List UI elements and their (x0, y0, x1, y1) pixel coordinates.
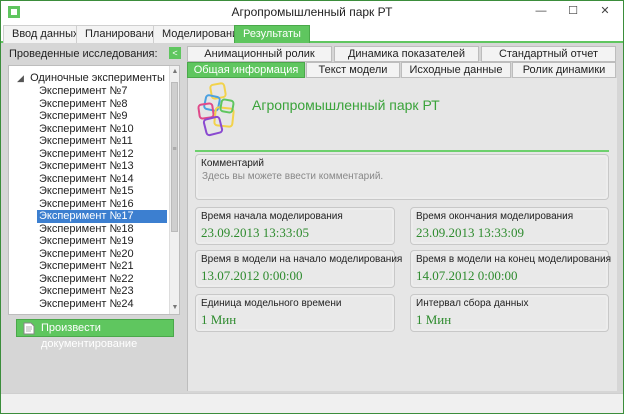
tree-item[interactable]: Эксперимент №24 (37, 298, 167, 311)
tree-item[interactable]: Эксперимент №12 (37, 148, 167, 161)
comment-field[interactable]: Комментарий Здесь вы можете ввести комме… (195, 154, 609, 200)
tree-item[interactable]: Эксперимент №13 (37, 160, 167, 173)
tree-item[interactable]: Эксперимент №22 (37, 273, 167, 286)
scroll-down-icon[interactable]: ▼ (170, 302, 179, 314)
interval-field: Интервал сбора данных 1 Мин (410, 294, 609, 332)
tab-dynamics-video[interactable]: Ролик динамики (512, 62, 616, 78)
tree-item[interactable]: Эксперимент №14 (37, 173, 167, 186)
model-end-field: Время в модели на конец моделирования 14… (410, 250, 612, 288)
document-button[interactable]: Произвести документирование (16, 319, 174, 350)
title-bar: Агропромышленный парк РТ — ☐ ✕ (1, 1, 623, 23)
interval-label: Интервал сбора данных (416, 298, 529, 309)
comment-label: Комментарий (201, 158, 264, 169)
experiments-tree[interactable]: ◢ Одиночные эксперименты Эксперимент №7 … (8, 65, 180, 315)
tab-results[interactable]: Результаты (234, 25, 310, 43)
heading-separator (195, 150, 609, 152)
document-button-label: Произвести документирование (41, 322, 138, 350)
sim-end-label: Время окончания моделирования (416, 211, 574, 222)
tab-standard-report[interactable]: Стандартный отчет (481, 46, 616, 62)
tree-item[interactable]: Эксперимент №18 (37, 223, 167, 236)
scroll-up-icon[interactable]: ▲ (170, 66, 179, 78)
sim-end-field: Время окончания моделирования 23.09.2013… (410, 207, 609, 245)
model-start-field: Время в модели на начало моделирования 1… (195, 250, 402, 288)
app-window: Агропромышленный парк РТ — ☐ ✕ Ввод данн… (0, 0, 624, 414)
tree-item[interactable]: Эксперимент №19 (37, 235, 167, 248)
scroll-thumb[interactable] (171, 82, 178, 232)
main-tabs: Ввод данных Планирование Моделирование Р… (1, 23, 623, 43)
scroll-grip-icon: ≡ (172, 146, 177, 153)
sim-start-field: Время начала моделирования 23.09.2013 13… (195, 207, 395, 245)
tree-root[interactable]: ◢ Одиночные эксперименты (17, 72, 165, 84)
time-unit-label: Единица модельного времени (201, 298, 342, 309)
studies-label: Проведенные исследования: (9, 48, 158, 60)
tree-item[interactable]: Эксперимент №8 (37, 98, 167, 111)
tree-item[interactable]: Эксперимент №21 (37, 260, 167, 273)
tab-model-text[interactable]: Текст модели (306, 62, 400, 78)
interval-value: 1 Мин (416, 312, 452, 327)
sim-end-value: 23.09.2013 13:33:09 (416, 225, 524, 240)
tab-animation[interactable]: Анимационный ролик (187, 46, 332, 62)
tab-dynamics[interactable]: Динамика показателей (334, 46, 479, 62)
tree-item[interactable]: Эксперимент №20 (37, 248, 167, 261)
tree-item[interactable]: Эксперимент №9 (37, 110, 167, 123)
tree-item[interactable]: Эксперимент №11 (37, 135, 167, 148)
model-start-value: 13.07.2012 0:00:00 (201, 268, 303, 283)
model-start-label: Время в модели на начало моделирования (201, 254, 403, 265)
tree-item[interactable]: Эксперимент №16 (37, 198, 167, 211)
comment-placeholder: Здесь вы можете ввести комментарий. (202, 171, 384, 182)
tab-data-input[interactable]: Ввод данных (3, 25, 88, 43)
tree-item-selected[interactable]: Эксперимент №17 (37, 210, 167, 223)
model-end-value: 14.07.2012 0:00:00 (416, 268, 518, 283)
tree-scrollbar[interactable]: ▲ ≡ ▼ (169, 66, 179, 314)
tree-item[interactable]: Эксперимент №10 (37, 123, 167, 136)
time-unit-value: 1 Мин (201, 312, 237, 327)
tree-expand-icon[interactable]: ◢ (17, 73, 27, 84)
tab-source-data[interactable]: Исходные данные (401, 62, 511, 78)
status-bar (1, 393, 623, 413)
model-end-label: Время в модели на конец моделирования (416, 254, 612, 265)
app-logo (197, 82, 235, 137)
tree-items: Эксперимент №7 Эксперимент №8 Эксперимен… (37, 85, 167, 310)
sim-start-value: 23.09.2013 13:33:05 (201, 225, 309, 240)
tree-root-label: Одиночные эксперименты (30, 72, 165, 84)
maximize-button[interactable]: ☐ (560, 1, 586, 21)
close-button[interactable]: ✕ (592, 1, 618, 21)
minimize-button[interactable]: — (528, 1, 554, 21)
time-unit-field: Единица модельного времени 1 Мин (195, 294, 395, 332)
sim-start-label: Время начала моделирования (201, 211, 343, 222)
tree-item[interactable]: Эксперимент №15 (37, 185, 167, 198)
info-heading: Агропромышленный парк РТ (252, 97, 440, 113)
tree-item[interactable]: Эксперимент №23 (37, 285, 167, 298)
document-icon (23, 322, 35, 335)
tab-general-info[interactable]: Общая информация (187, 62, 305, 78)
tree-item[interactable]: Эксперимент №7 (37, 85, 167, 98)
collapse-panel-button[interactable]: < (169, 47, 181, 59)
